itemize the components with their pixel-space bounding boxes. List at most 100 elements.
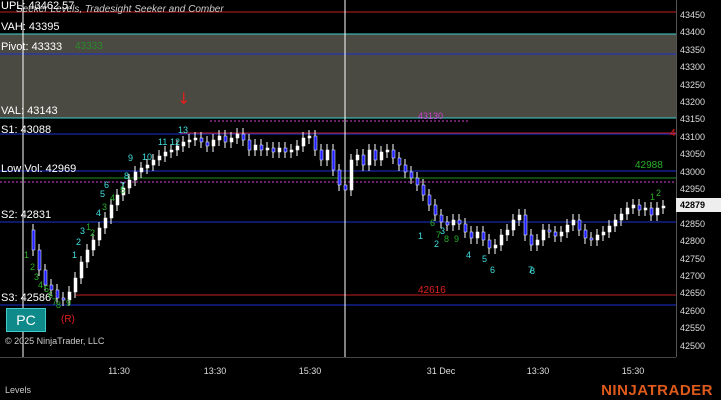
price-tick: 43050 — [680, 149, 706, 160]
seq-green-number: 4 — [38, 280, 44, 290]
candle-body — [397, 157, 402, 166]
candle-body — [145, 164, 150, 169]
candle-body — [235, 133, 240, 139]
seq-up-number: 3 — [80, 226, 86, 236]
candle-body — [517, 214, 522, 221]
candles-group — [31, 128, 666, 306]
seq-up-number: 8 — [124, 171, 130, 181]
candle-body — [451, 219, 456, 226]
candle-body — [37, 249, 42, 271]
candle-body — [433, 204, 438, 216]
mid-level-label: Low Vol: 42969 — [1, 163, 77, 175]
candle-body — [559, 231, 564, 237]
price-tick: 43000 — [680, 166, 706, 177]
candle-body — [445, 221, 450, 226]
seq-down-number: 8 — [530, 266, 536, 276]
seq-up-number: 5 — [100, 189, 106, 199]
candle-body — [565, 224, 570, 233]
price-tick: 42700 — [680, 271, 706, 281]
candle-body — [115, 194, 120, 206]
seq-green-up-number: 5 — [120, 185, 126, 195]
candle-body — [523, 214, 528, 236]
candle-body — [241, 133, 246, 141]
candle-body — [529, 234, 534, 246]
candle-body — [133, 171, 138, 181]
seq-green-up-number: 2 — [90, 228, 96, 238]
seq-down-number: 1 — [418, 231, 424, 241]
seq-up-number: 13 — [178, 125, 189, 135]
seq-green-up-number: 9 — [454, 234, 460, 244]
time-axis[interactable]: 11:30 13:30 15:30 31 Dec 13:30 15:30 — [0, 357, 676, 383]
candle-body — [157, 155, 162, 161]
candle-body — [73, 277, 78, 293]
seq-green-up-number: 6 — [430, 218, 436, 228]
candle-body — [619, 213, 624, 221]
candle-body — [439, 214, 444, 223]
candle-body — [31, 229, 36, 251]
price-tick: 43150 — [680, 114, 706, 125]
candle-body — [475, 231, 480, 239]
candle-body — [463, 223, 468, 233]
candle-body — [595, 234, 600, 241]
candle-body — [151, 159, 156, 166]
candle-body — [169, 149, 174, 153]
tab-levels[interactable]: Levels — [5, 385, 31, 395]
candle-body — [349, 159, 354, 191]
seq-down-number: 4 — [466, 250, 472, 260]
candle-body — [211, 139, 216, 147]
candle-body — [661, 205, 666, 209]
seq-down-number: 2 — [434, 239, 440, 249]
candle-body — [457, 219, 462, 225]
price-tick: 42600 — [680, 305, 706, 316]
seq-up-number: 10 — [142, 152, 153, 162]
candle-body — [415, 177, 420, 186]
chart-panel[interactable]: ↓ Seeker Levels, Tradesight Seeker and C… — [0, 0, 676, 357]
upper-level-label: UPL: 43462.57 — [1, 0, 75, 12]
seq-down-number: 5 — [482, 254, 488, 264]
seq-green-number: 1 — [24, 250, 30, 260]
val-label: VAL: 43143 — [1, 105, 58, 117]
candle-body — [61, 297, 66, 301]
seq-green-number: 2 — [30, 262, 36, 272]
candle-body — [373, 149, 378, 161]
seq-down-number: 6 — [490, 265, 496, 275]
candle-body — [319, 149, 324, 161]
candle-body — [493, 244, 498, 249]
vah-label: VAH: 43395 — [1, 21, 60, 33]
magenta-level-label: 43130 — [418, 111, 444, 121]
candle-body — [553, 231, 558, 237]
price-tick: 42750 — [680, 253, 706, 264]
seq-up-number: 11 — [158, 137, 168, 147]
time-tick: 15:30 — [298, 366, 322, 376]
s1-label: S1: 43088 — [1, 124, 52, 136]
candle-body — [469, 231, 474, 239]
candle-body — [265, 147, 270, 151]
pc-button[interactable]: PC — [6, 308, 46, 332]
seq-green-up-number: 4 — [110, 193, 116, 203]
price-tick: 42550 — [680, 323, 706, 334]
green-level-label: 42988 — [635, 160, 663, 171]
price-axis[interactable]: 43450 43400 43350 43300 43250 43200 43150 43100… — [676, 0, 721, 357]
candle-body — [481, 231, 486, 241]
price-tick: 42500 — [680, 340, 706, 351]
down-arrow-icon: ↓ — [177, 89, 190, 108]
candle-body — [625, 207, 630, 215]
candle-body — [301, 137, 306, 147]
candle-body — [643, 207, 648, 211]
candle-body — [547, 229, 552, 233]
candle-body — [421, 184, 426, 196]
candle-body — [223, 135, 228, 143]
seq-green-number: 9 — [66, 298, 72, 308]
candle-body — [325, 149, 330, 161]
price-chart-svg: ↓ — [0, 0, 676, 357]
seq-up-number: 12 — [170, 137, 181, 147]
candle-body — [253, 144, 258, 151]
candle-body — [277, 147, 282, 153]
candle-body — [109, 204, 114, 219]
bottom-bar: Levels NINJATRADER — [0, 382, 721, 400]
time-tick: 15:30 — [621, 366, 645, 376]
candle-body — [85, 249, 90, 263]
price-tick: 43300 — [680, 62, 706, 73]
price-tick: 42800 — [680, 236, 706, 247]
candle-body — [343, 184, 348, 191]
